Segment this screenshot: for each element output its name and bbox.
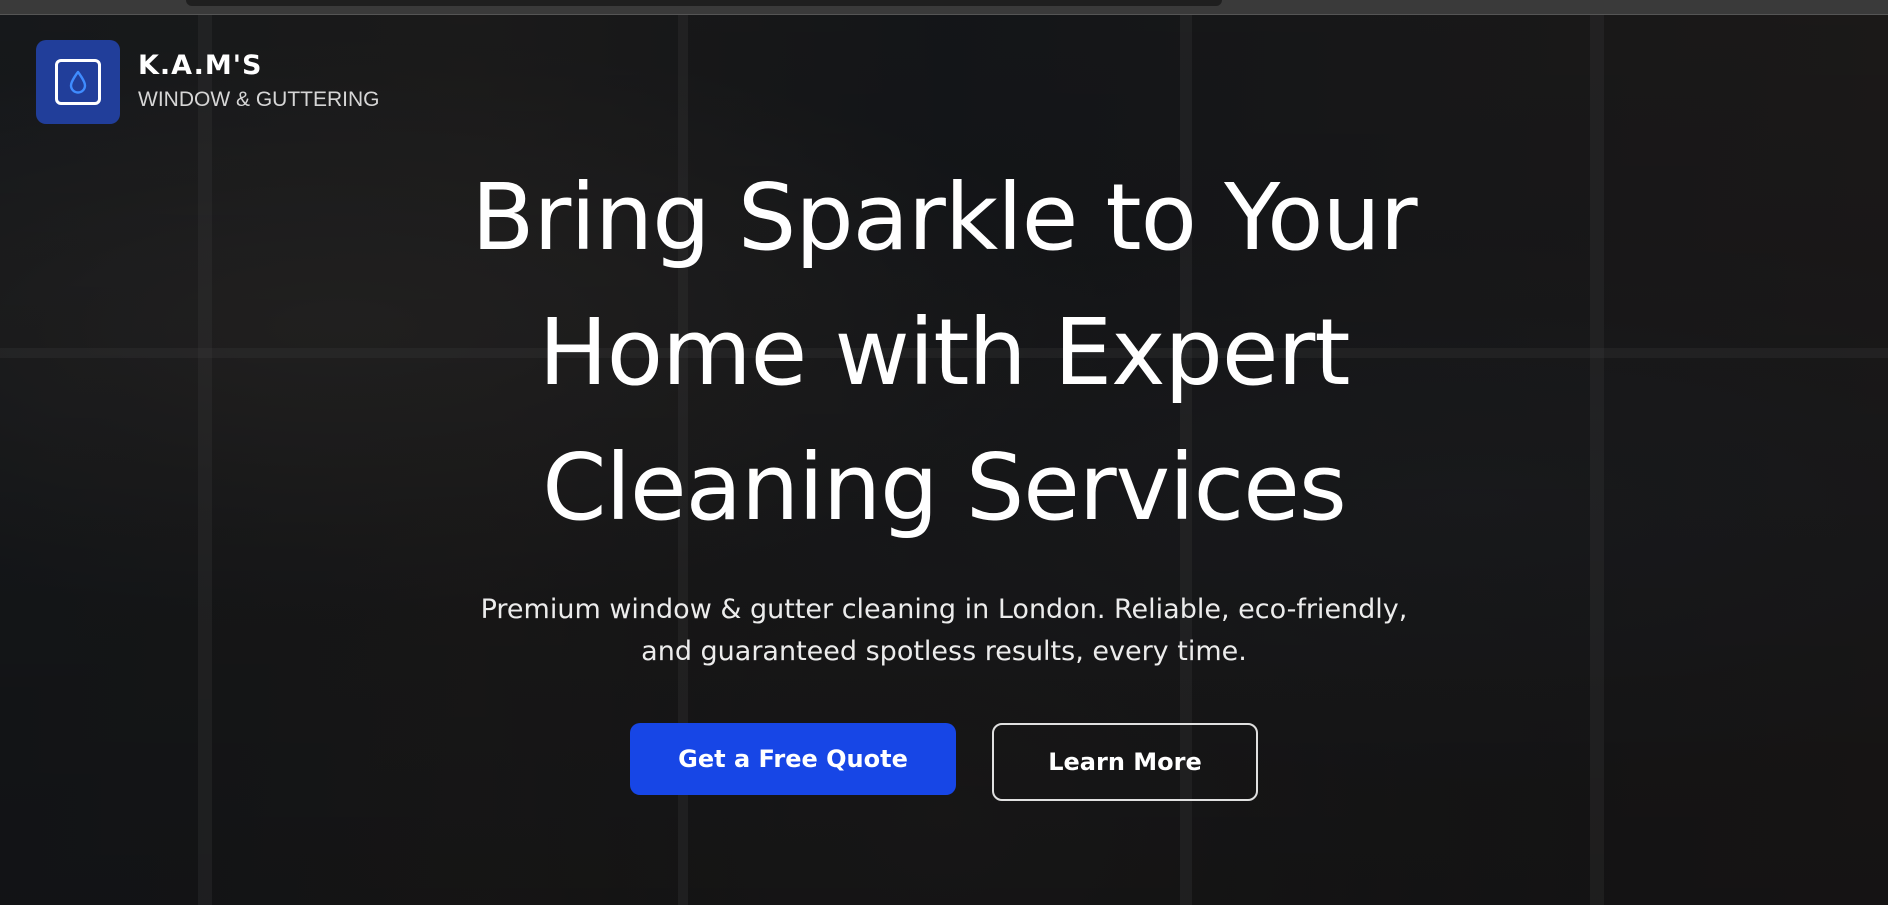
brand[interactable]: K.A.M'S WINDOW & GUTTERING [36, 40, 379, 124]
logo-frame [55, 59, 101, 105]
cta-row: Get a Free Quote Learn More [0, 723, 1888, 801]
hero-title: Bring Sparkle to Your Home with Expert C… [471, 164, 1417, 541]
brand-text: K.A.M'S WINDOW & GUTTERING [138, 50, 379, 115]
browser-top-strip [0, 0, 1888, 15]
brand-logo[interactable] [36, 40, 120, 124]
water-drop-icon [69, 70, 87, 94]
hero-section: Bring Sparkle to Your Home with Expert C… [0, 150, 1888, 801]
hero-subtitle: Premium window & gutter cleaning in Lond… [480, 594, 1408, 667]
browser-tab-edge [186, 0, 1222, 6]
learn-more-button[interactable]: Learn More [992, 723, 1258, 801]
brand-name: K.A.M'S [138, 49, 263, 81]
brand-tagline: WINDOW & GUTTERING [138, 87, 380, 111]
get-free-quote-button[interactable]: Get a Free Quote [630, 723, 956, 795]
page: K.A.M'S WINDOW & GUTTERING Bring Sparkle… [0, 0, 1888, 905]
